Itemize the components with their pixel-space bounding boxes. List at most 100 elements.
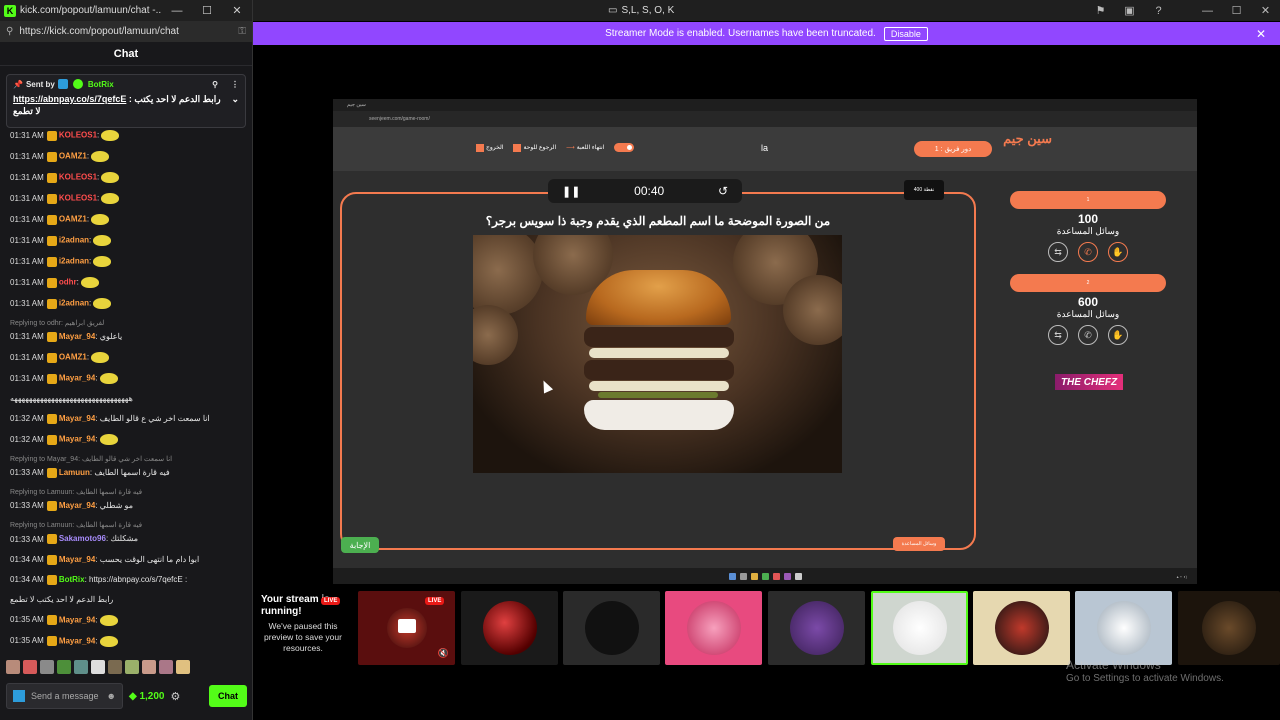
reset-timer-icon[interactable]: ↺ xyxy=(718,184,728,198)
message-username[interactable]: i2adnan xyxy=(59,299,89,308)
reply-context[interactable]: Replying to odhr: لفريق ابراهيم xyxy=(10,319,243,329)
chat-message-list[interactable]: 01:31 AM KOLEOS1: 01:31 AM OAMZ1: 01:31 AM KO… xyxy=(0,130,252,655)
chat-message[interactable]: 01:31 AM odhr: xyxy=(10,277,243,288)
emote-10[interactable] xyxy=(159,660,173,674)
popout-url-bar[interactable]: ⚲ https://kick.com/popout/lamuun/chat ⚿ xyxy=(0,21,252,42)
chat-message[interactable]: 01:31 AM i2adnan: xyxy=(10,298,243,309)
chat-message[interactable]: 01:32 AM Mayar_94: xyxy=(10,434,243,446)
hand-icon[interactable]: ✋ xyxy=(1108,325,1128,345)
emote-6[interactable] xyxy=(91,660,105,674)
chat-message[interactable]: 01:34 AM BotRix: https://abnpay.co/s/7qef… xyxy=(10,574,243,585)
pinned-bot-name[interactable]: BotRix xyxy=(88,80,114,89)
stream-tile-8[interactable] xyxy=(1075,591,1172,665)
minimize-icon[interactable]: — xyxy=(162,5,192,17)
message-username[interactable]: Lamuun xyxy=(59,468,90,477)
site-info-icon[interactable]: ⚲ xyxy=(6,26,13,37)
chat-message[interactable]: 01:31 AM KOLEOS1: xyxy=(10,193,243,204)
reply-context[interactable]: Replying to Lamuun: فيه قارة اسمها الطاي… xyxy=(10,488,243,498)
message-username[interactable]: Mayar_94 xyxy=(59,374,95,383)
chat-message[interactable]: 01:31 AM KOLEOS1: xyxy=(10,130,243,141)
more-options-icon[interactable]: ⋮ xyxy=(231,80,239,89)
exit-button[interactable]: الخروج xyxy=(476,143,503,152)
channel-points[interactable]: ◆ 1,200 xyxy=(129,691,165,702)
message-username[interactable]: Mayar_94 xyxy=(59,414,95,423)
phone-icon[interactable]: ✆ xyxy=(1078,325,1098,345)
emote-1[interactable] xyxy=(6,660,20,674)
pinned-message[interactable]: 📌 Sent by BotRix ⚲ ⋮ https://abnpay.co/s… xyxy=(6,74,246,128)
chat-message-input[interactable]: Send a message ☻ xyxy=(6,683,123,709)
help-tools-button[interactable]: وسائل المساعدة xyxy=(893,537,945,551)
back-board-button[interactable]: الرجوع للوحة xyxy=(513,143,556,152)
chat-message[interactable]: 01:31 AM Mayar_94: xyxy=(10,373,243,385)
hand-icon[interactable]: ✋ xyxy=(1108,242,1128,262)
close-banner-icon[interactable]: ✕ xyxy=(1256,27,1266,41)
chat-message[interactable]: 01:35 AM Mayar_94: xyxy=(10,635,243,647)
chat-message[interactable]: 01:31 AM OAMZ1: xyxy=(10,151,243,162)
emote-9[interactable] xyxy=(142,660,156,674)
popout-url[interactable]: https://kick.com/popout/lamuun/chat xyxy=(19,26,238,37)
emote-7[interactable] xyxy=(108,660,122,674)
pause-icon[interactable]: ❚❚ xyxy=(562,185,580,198)
message-username[interactable]: OAMZ1 xyxy=(59,152,87,161)
message-username[interactable]: Mayar_94 xyxy=(59,332,95,341)
message-username[interactable]: Mayar_94 xyxy=(59,435,95,444)
chat-message[interactable]: 01:31 AM i2adnan: xyxy=(10,235,243,246)
message-username[interactable]: Mayar_94 xyxy=(59,615,95,624)
message-username[interactable]: Sakamoto96 xyxy=(59,535,106,544)
swap-icon[interactable]: ⇆ xyxy=(1048,325,1068,345)
stream-tile-4[interactable] xyxy=(665,591,762,665)
phone-icon[interactable]: ✆ xyxy=(1078,242,1098,262)
message-username[interactable]: odhr xyxy=(59,278,77,287)
stream-tile-3[interactable] xyxy=(563,591,660,665)
emoji-picker-icon[interactable]: ☻ xyxy=(107,691,116,701)
unpin-icon[interactable]: ⚲ xyxy=(212,80,218,89)
reply-context[interactable]: Replying to Lamuun: فيه قارة اسمها الطاي… xyxy=(10,521,243,531)
kick-emote-icon[interactable] xyxy=(13,690,25,702)
chat-message[interactable]: Replying to Mayar_94: انا سمعت اخر شي قا… xyxy=(10,455,243,479)
maximize-icon[interactable]: ☐ xyxy=(192,4,222,17)
message-username[interactable]: KOLEOS1 xyxy=(59,194,97,203)
stream-tile-9[interactable] xyxy=(1178,591,1280,665)
emote-11[interactable] xyxy=(176,660,190,674)
chat-message[interactable]: 01:32 AM Mayar_94: انا سمعت اخر شي ع قالو… xyxy=(10,414,243,425)
emote-5[interactable] xyxy=(74,660,88,674)
chat-message[interactable]: 01:31 AM OAMZ1: xyxy=(10,352,243,364)
chat-message[interactable]: 01:34 AM Mayar_94: ابوا دام ما انتهى الوق… xyxy=(10,554,243,565)
stream-tile-6-active[interactable] xyxy=(871,591,968,665)
emote-3[interactable] xyxy=(40,660,54,674)
chat-message[interactable]: ههههههههههههههههههههههههههههههههه xyxy=(10,394,243,404)
message-username[interactable]: KOLEOS1 xyxy=(59,131,97,140)
emote-4[interactable] xyxy=(57,660,71,674)
stream-tile-7[interactable] xyxy=(973,591,1070,665)
chat-message[interactable]: 01:31 AM OAMZ1: xyxy=(10,214,243,225)
message-username[interactable]: OAMZ1 xyxy=(59,215,87,224)
stream-tile-5[interactable] xyxy=(768,591,865,665)
chat-placeholder[interactable]: Send a message xyxy=(31,691,101,701)
mute-icon[interactable]: 🔇 xyxy=(438,648,449,659)
expand-pinned-icon[interactable]: ⌄ xyxy=(231,93,239,105)
help-icon[interactable]: ? xyxy=(1144,5,1173,17)
chat-message[interactable]: Replying to Lamuun: فيه قارة اسمها الطاي… xyxy=(10,488,243,512)
end-game-button[interactable]: ⟶ انتهاء اللعبة xyxy=(566,144,604,151)
message-username[interactable]: Mayar_94 xyxy=(59,501,95,510)
pinned-link[interactable]: https://abnpay.co/s/7qefcE xyxy=(13,94,126,104)
chat-settings-gear-icon[interactable]: ⚙ xyxy=(171,690,181,703)
message-username[interactable]: OAMZ1 xyxy=(59,353,87,362)
chat-message[interactable]: 01:31 AM KOLEOS1: xyxy=(10,172,243,183)
message-username[interactable]: Mayar_94 xyxy=(59,636,95,645)
flag-icon[interactable]: ⚑ xyxy=(1086,4,1115,17)
message-username[interactable]: BotRix xyxy=(59,575,85,584)
chat-message[interactable]: رابط الدعم لا احد يكتب لا تطمع xyxy=(10,595,243,605)
main-minimize-icon[interactable]: — xyxy=(1193,5,1222,17)
cast-icon[interactable]: ▣ xyxy=(1115,4,1144,17)
message-username[interactable]: i2adnan xyxy=(59,257,89,266)
game-toggle[interactable] xyxy=(614,143,635,152)
emote-2[interactable] xyxy=(23,660,37,674)
main-close-icon[interactable]: ✕ xyxy=(1251,4,1280,17)
answer-button[interactable]: الإجابة xyxy=(341,537,379,553)
key-icon[interactable]: ⚿ xyxy=(238,26,246,37)
message-username[interactable]: i2adnan xyxy=(59,236,89,245)
stream-tile-2[interactable] xyxy=(461,591,558,665)
swap-icon[interactable]: ⇆ xyxy=(1048,242,1068,262)
chat-message[interactable]: Replying to odhr: لفريق ابراهيم 01:31 AM M… xyxy=(10,319,243,342)
